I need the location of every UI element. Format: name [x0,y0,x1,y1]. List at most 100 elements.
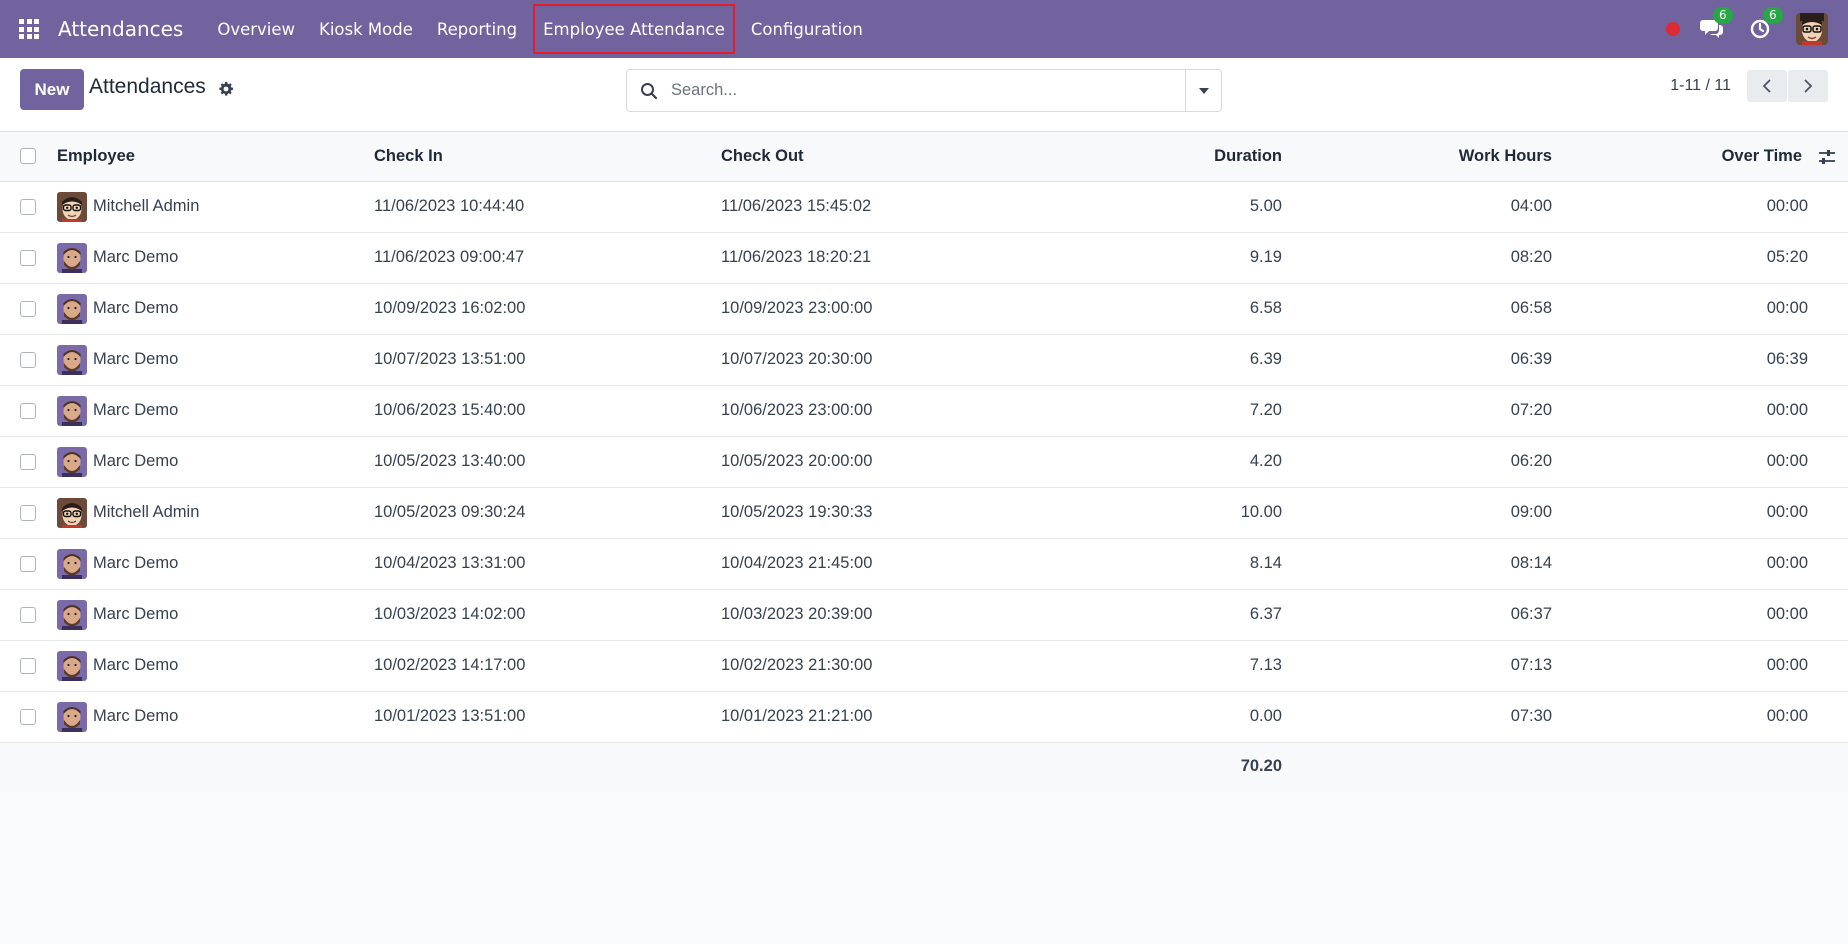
employee-cell[interactable]: Marc Demo [57,538,374,589]
menu-configuration[interactable]: Configuration [739,0,875,58]
employee-avatar[interactable] [57,344,87,375]
check-in-cell[interactable]: 11/06/2023 09:00:47 [374,232,721,283]
check-in-cell[interactable]: 10/03/2023 14:02:00 [374,589,721,640]
table-row[interactable]: Mitchell Admin 10/05/2023 09:30:24 10/05/2… [0,487,1848,538]
check-out-cell[interactable]: 11/06/2023 15:45:02 [721,181,1001,232]
check-out-cell[interactable]: 10/03/2023 20:39:00 [721,589,1001,640]
table-row[interactable]: Marc Demo 10/05/2023 13:40:00 10/05/2023 2… [0,436,1848,487]
menu-reporting[interactable]: Reporting [425,0,529,58]
col-duration[interactable]: Duration [1001,132,1282,181]
duration-cell[interactable]: 7.13 [1001,640,1282,691]
menu-kiosk-mode[interactable]: Kiosk Mode [307,0,425,58]
search-input[interactable] [671,70,1185,111]
employee-cell[interactable]: Marc Demo [57,385,374,436]
duration-cell[interactable]: 9.19 [1001,232,1282,283]
over-time-cell[interactable]: 00:00 [1552,436,1848,487]
employee-cell[interactable]: Marc Demo [57,232,374,283]
messages-button[interactable]: 6 [1700,7,1733,41]
duration-cell[interactable]: 7.20 [1001,385,1282,436]
duration-cell[interactable]: 5.00 [1001,181,1282,232]
check-out-cell[interactable]: 10/01/2023 21:21:00 [721,691,1001,742]
check-out-cell[interactable]: 10/05/2023 19:30:33 [721,487,1001,538]
work-hours-cell[interactable]: 07:30 [1282,691,1552,742]
work-hours-cell[interactable]: 08:20 [1282,232,1552,283]
check-in-cell[interactable]: 10/02/2023 14:17:00 [374,640,721,691]
employee-avatar[interactable] [57,599,87,630]
pager-next-button[interactable] [1788,70,1828,102]
employee-avatar[interactable] [57,191,87,222]
check-out-cell[interactable]: 10/07/2023 20:30:00 [721,334,1001,385]
table-row[interactable]: Mitchell Admin 11/06/2023 10:44:40 11/06/2… [0,181,1848,232]
new-button[interactable]: New [20,69,84,110]
over-time-cell[interactable]: 00:00 [1552,691,1848,742]
check-in-cell[interactable]: 10/06/2023 15:40:00 [374,385,721,436]
employee-cell[interactable]: Marc Demo [57,640,374,691]
employee-avatar[interactable] [57,242,87,273]
check-in-cell[interactable]: 10/07/2023 13:51:00 [374,334,721,385]
menu-overview[interactable]: Overview [205,0,307,58]
over-time-cell[interactable]: 00:00 [1552,640,1848,691]
work-hours-cell[interactable]: 09:00 [1282,487,1552,538]
duration-cell[interactable]: 4.20 [1001,436,1282,487]
check-in-cell[interactable]: 10/05/2023 13:40:00 [374,436,721,487]
employee-cell[interactable]: Mitchell Admin [57,181,374,232]
work-hours-cell[interactable]: 06:58 [1282,283,1552,334]
work-hours-cell[interactable]: 06:20 [1282,436,1552,487]
check-out-cell[interactable]: 10/09/2023 23:00:00 [721,283,1001,334]
activities-button[interactable]: 6 [1750,7,1783,41]
employee-cell[interactable]: Marc Demo [57,589,374,640]
col-check-in[interactable]: Check In [374,132,721,181]
pager-value[interactable]: 1-11 / 11 [1670,77,1731,95]
over-time-cell[interactable]: 00:00 [1552,589,1848,640]
table-row[interactable]: Marc Demo 10/06/2023 15:40:00 10/06/2023 2… [0,385,1848,436]
table-row[interactable]: Marc Demo 10/09/2023 16:02:00 10/09/2023 2… [0,283,1848,334]
employee-cell[interactable]: Mitchell Admin [57,487,374,538]
check-in-cell[interactable]: 10/04/2023 13:31:00 [374,538,721,589]
check-out-cell[interactable]: 10/04/2023 21:45:00 [721,538,1001,589]
employee-avatar[interactable] [57,650,87,681]
employee-cell[interactable]: Marc Demo [57,436,374,487]
row-checkbox[interactable] [20,351,36,368]
record-dot-icon[interactable] [1666,22,1680,36]
row-checkbox[interactable] [20,300,36,317]
work-hours-cell[interactable]: 08:14 [1282,538,1552,589]
duration-cell[interactable]: 0.00 [1001,691,1282,742]
row-checkbox[interactable] [20,657,36,674]
employee-cell[interactable]: Marc Demo [57,691,374,742]
work-hours-cell[interactable]: 07:13 [1282,640,1552,691]
check-out-cell[interactable]: 10/05/2023 20:00:00 [721,436,1001,487]
apps-menu-icon[interactable] [0,0,58,58]
row-checkbox[interactable] [20,453,36,470]
table-row[interactable]: Marc Demo 10/01/2023 13:51:00 10/01/2023 2… [0,691,1848,742]
employee-avatar[interactable] [57,293,87,324]
employee-avatar[interactable] [57,701,87,732]
col-employee[interactable]: Employee [57,132,374,181]
over-time-cell[interactable]: 00:00 [1552,385,1848,436]
row-checkbox[interactable] [20,708,36,725]
row-checkbox[interactable] [20,402,36,419]
over-time-cell[interactable]: 06:39 [1552,334,1848,385]
table-row[interactable]: Marc Demo 10/03/2023 14:02:00 10/03/2023 2… [0,589,1848,640]
col-check-out[interactable]: Check Out [721,132,1001,181]
table-row[interactable]: Marc Demo 10/04/2023 13:31:00 10/04/2023 2… [0,538,1848,589]
col-work-hours[interactable]: Work Hours [1282,132,1552,181]
table-row[interactable]: Marc Demo 11/06/2023 09:00:47 11/06/2023 1… [0,232,1848,283]
check-in-cell[interactable]: 10/01/2023 13:51:00 [374,691,721,742]
search-options-toggle[interactable] [1185,70,1221,111]
row-checkbox[interactable] [20,504,36,521]
duration-cell[interactable]: 6.58 [1001,283,1282,334]
pager-previous-button[interactable] [1747,70,1787,102]
work-hours-cell[interactable]: 06:37 [1282,589,1552,640]
duration-cell[interactable]: 8.14 [1001,538,1282,589]
work-hours-cell[interactable]: 06:39 [1282,334,1552,385]
row-checkbox[interactable] [20,198,36,215]
gear-icon[interactable] [218,81,234,97]
work-hours-cell[interactable]: 07:20 [1282,385,1552,436]
check-in-cell[interactable]: 10/09/2023 16:02:00 [374,283,721,334]
col-over-time[interactable]: Over Time [1552,132,1848,181]
table-row[interactable]: Marc Demo 10/02/2023 14:17:00 10/02/2023 2… [0,640,1848,691]
check-out-cell[interactable]: 11/06/2023 18:20:21 [721,232,1001,283]
user-avatar[interactable] [1796,13,1828,45]
optional-columns-icon[interactable] [1818,149,1836,165]
over-time-cell[interactable]: 00:00 [1552,538,1848,589]
